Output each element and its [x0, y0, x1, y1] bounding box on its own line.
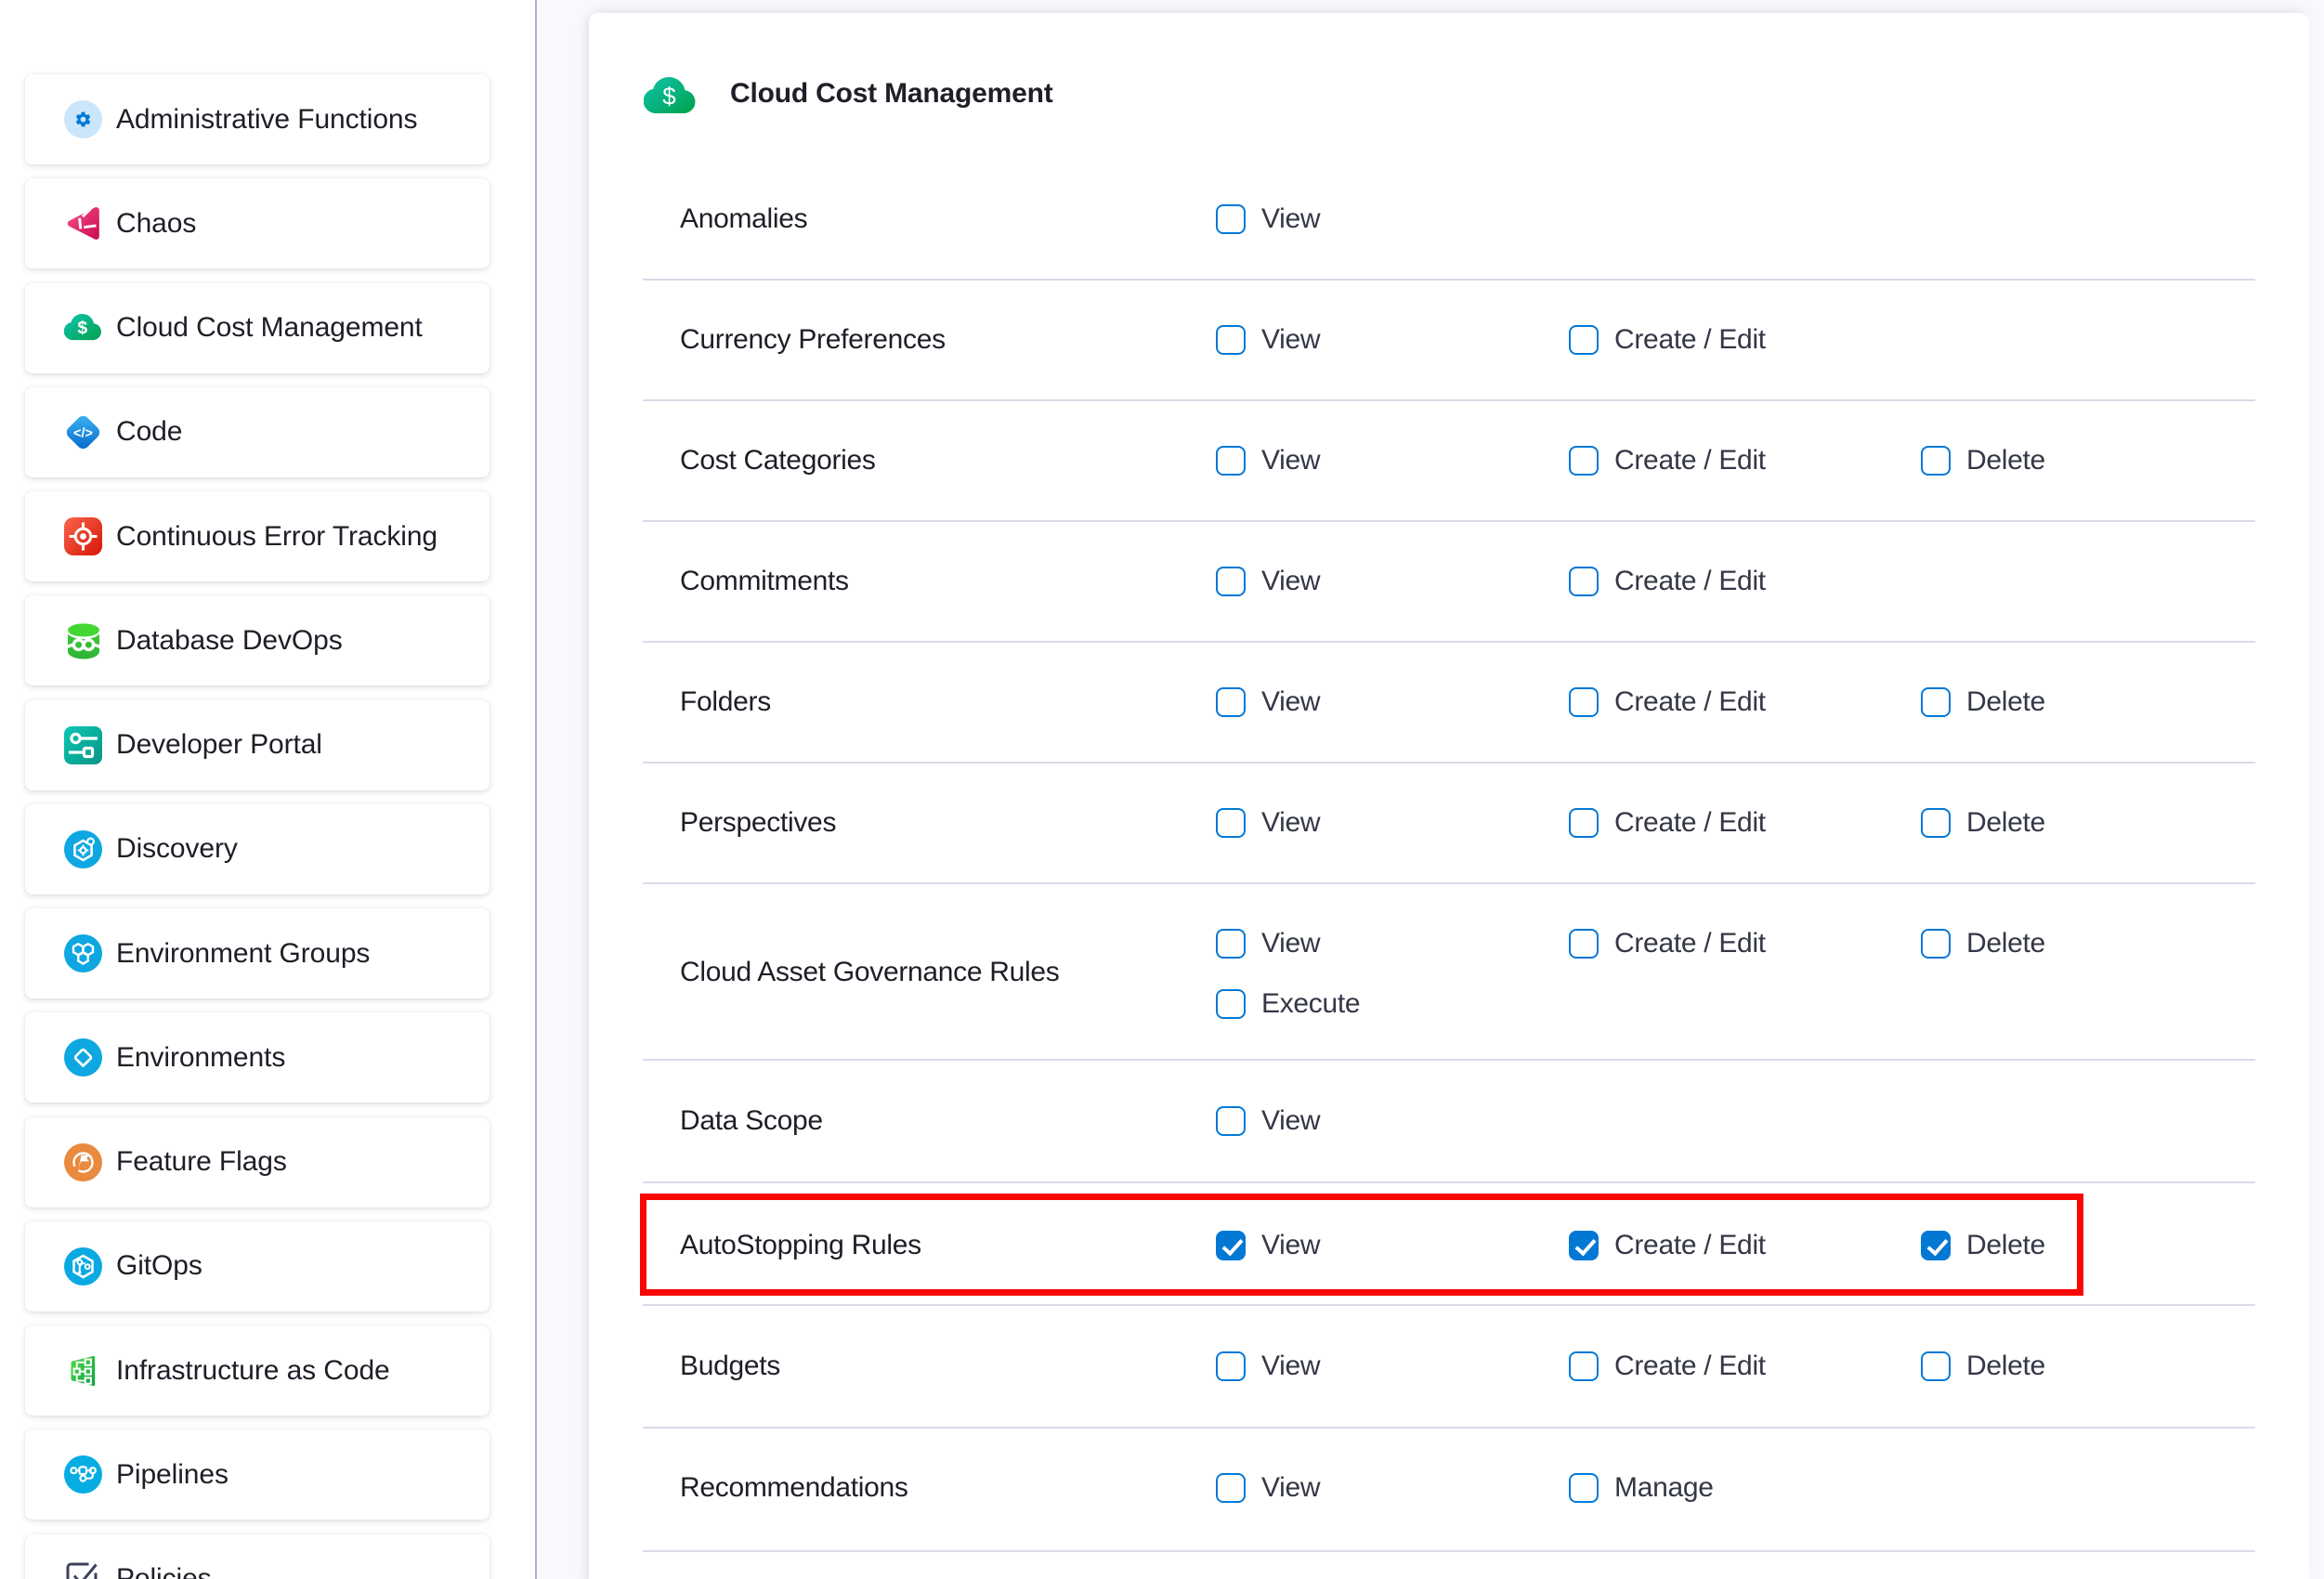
svg-text:$: $ — [77, 318, 87, 338]
svg-text:</>: </> — [73, 426, 93, 441]
svg-text:$: $ — [662, 83, 676, 111]
